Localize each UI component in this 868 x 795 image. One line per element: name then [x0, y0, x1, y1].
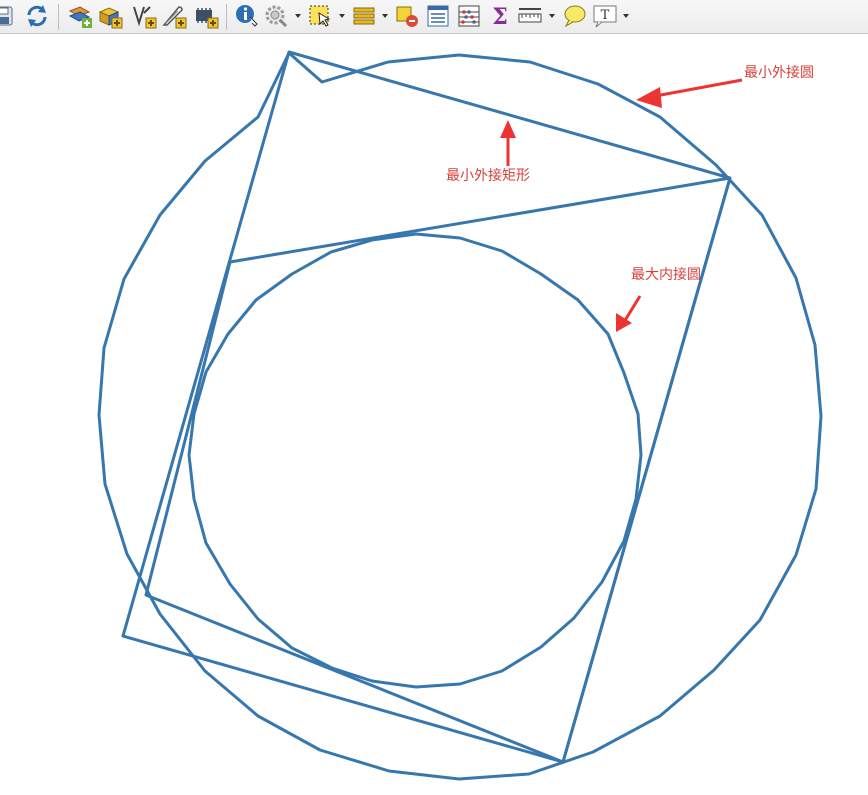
- table-layers-icon: [353, 7, 375, 25]
- new-memory-layer-button[interactable]: [193, 3, 219, 29]
- arrowhead-max-inscribed-circle: [616, 313, 632, 332]
- arrow-min-enclosing-circle: [649, 78, 743, 99]
- min-bounding-rectangle: [121, 50, 732, 764]
- field-calculator-button[interactable]: [456, 3, 482, 29]
- chevron-down-icon: [549, 14, 555, 18]
- measure-dropdown-arrow[interactable]: [548, 12, 556, 20]
- map-tips-button[interactable]: [561, 3, 587, 29]
- new-geopackage-layer-button[interactable]: [67, 3, 93, 29]
- chevron-down-icon: [382, 14, 388, 18]
- statistics-button[interactable]: Σ: [487, 3, 513, 29]
- select-features-button[interactable]: [307, 3, 333, 29]
- deselect-icon: [396, 6, 418, 27]
- new-shapefile-layer-button[interactable]: [97, 3, 123, 29]
- text-annotation-icon: T: [593, 5, 617, 28]
- text-annotation-button[interactable]: T: [592, 3, 618, 29]
- zoom-tool-button[interactable]: [263, 3, 289, 29]
- label-min-enclosing-circle: 最小外接圆: [744, 64, 814, 81]
- pen-icon: [162, 6, 187, 29]
- speech-bubble-icon: [564, 5, 586, 28]
- digitize-button[interactable]: [161, 3, 187, 29]
- attribute-table-button[interactable]: [351, 3, 377, 29]
- new-layer-icon: [68, 6, 92, 28]
- arrowhead-min-bounding-rectangle: [500, 120, 516, 138]
- info-icon: [236, 5, 258, 27]
- chevron-down-icon: [339, 14, 345, 18]
- select-icon: [309, 5, 331, 27]
- save-project-button[interactable]: [0, 3, 16, 29]
- chevron-down-icon: [623, 14, 629, 18]
- toolbar: Σ T: [0, 0, 868, 34]
- toolbar-separator: [58, 4, 59, 30]
- refresh-icon: [27, 5, 47, 27]
- svg-text:T: T: [601, 8, 610, 23]
- label-max-inscribed-circle: 最大内接圆: [631, 266, 701, 283]
- min-enclosing-circle: [97, 51, 823, 781]
- ruler-icon: [518, 8, 542, 23]
- toolbar-separator: [226, 4, 227, 30]
- annotation-dropdown-arrow[interactable]: [622, 12, 630, 20]
- refresh-button[interactable]: [24, 3, 50, 29]
- label-min-bounding-rectangle: 最小外接矩形: [446, 167, 530, 184]
- map-canvas-svg: 最小外接圆 最小外接矩形 最大内接圆: [97, 50, 823, 781]
- chevron-down-icon: [295, 14, 301, 18]
- zoom-dropdown-arrow[interactable]: [294, 12, 302, 20]
- abacus-icon: [458, 5, 480, 27]
- vertex-tool-icon: [133, 6, 157, 29]
- map-canvas[interactable]: 最小外接圆 最小外接矩形 最大内接圆: [0, 34, 868, 795]
- svg-text:Σ: Σ: [492, 4, 508, 29]
- open-attribute-table-button[interactable]: [425, 3, 451, 29]
- attribute-table-icon: [427, 5, 449, 27]
- vertex-tool-button[interactable]: [131, 3, 157, 29]
- save-icon: [0, 6, 13, 26]
- convex-hull-edge: [144, 176, 732, 764]
- select-dropdown-arrow[interactable]: [338, 12, 346, 20]
- annotation-arrows: [500, 78, 743, 332]
- max-inscribed-circle: [187, 232, 643, 689]
- sigma-icon: Σ: [492, 4, 508, 29]
- new-shapefile-icon: [98, 7, 123, 29]
- zoom-gear-icon: [265, 5, 288, 28]
- memory-layer-icon: [196, 8, 219, 29]
- arrow-max-inscribed-circle: [622, 295, 642, 323]
- identify-features-button[interactable]: [234, 3, 260, 29]
- deselect-all-button[interactable]: [394, 3, 420, 29]
- measure-button[interactable]: [517, 3, 543, 29]
- table-dropdown-arrow[interactable]: [381, 12, 389, 20]
